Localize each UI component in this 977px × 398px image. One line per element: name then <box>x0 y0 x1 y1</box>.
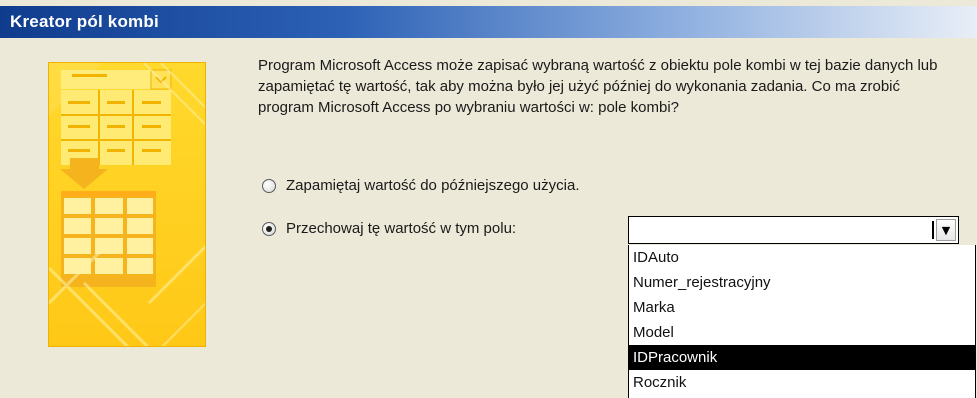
field-dropdown-list[interactable]: IDAuto Numer_rejestracyjny Marka Model I… <box>628 245 976 398</box>
remember-value-label: Zapamiętaj wartość do późniejszego użyci… <box>286 177 580 194</box>
store-in-field-label: Przechowaj tę wartość w tym polu: <box>286 220 517 237</box>
field-combo-box[interactable]: ▼ <box>628 216 959 244</box>
window-title: Kreator pól kombi <box>0 6 977 38</box>
wizard-description: Program Microsoft Access może zapisać wy… <box>258 57 938 116</box>
dropdown-item-marka[interactable]: Marka <box>629 295 975 320</box>
dropdown-item-idpracownik[interactable]: IDPracownik <box>629 345 975 370</box>
text-caret <box>932 221 934 239</box>
remember-value-radio-icon[interactable] <box>262 178 276 193</box>
wizard-illustration-icon <box>48 62 206 347</box>
dropdown-item-idauto[interactable]: IDAuto <box>629 245 975 270</box>
option-remember-value[interactable]: Zapamiętaj wartość do późniejszego użyci… <box>262 177 579 194</box>
field-combo-input[interactable] <box>629 217 929 243</box>
option-store-in-field[interactable]: Przechowaj tę wartość w tym polu: <box>262 220 516 237</box>
wizard-window: Kreator pól kombi Program Microsoft Acce… <box>0 0 977 398</box>
dropdown-item-model[interactable]: Model <box>629 320 975 345</box>
dropdown-item-numer-rejestracyjny[interactable]: Numer_rejestracyjny <box>629 270 975 295</box>
dropdown-arrow-icon[interactable]: ▼ <box>936 219 956 241</box>
dropdown-item-rocznik[interactable]: Rocznik <box>629 370 975 395</box>
store-in-field-radio-icon[interactable] <box>262 221 276 236</box>
